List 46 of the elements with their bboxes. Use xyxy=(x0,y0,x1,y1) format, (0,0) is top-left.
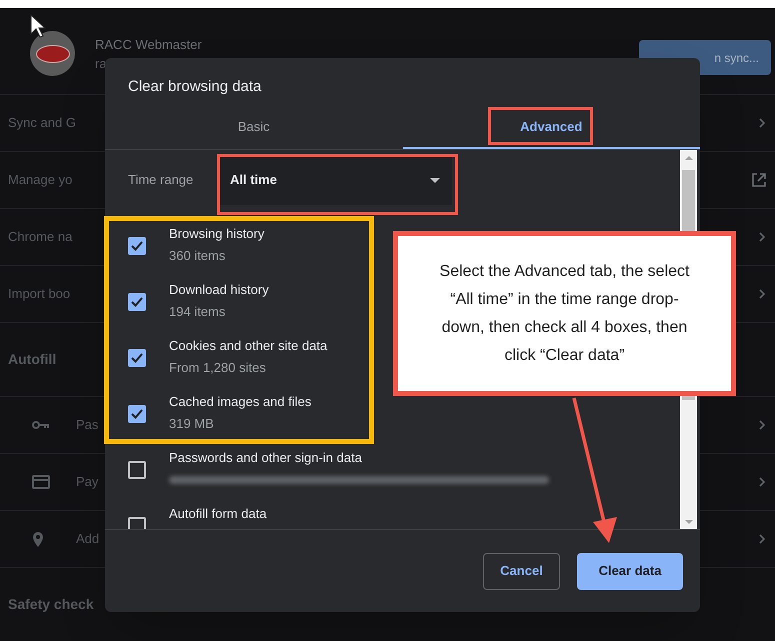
section-heading: Safety check xyxy=(8,595,94,614)
time-range-dropdown[interactable]: All time xyxy=(220,155,452,205)
settings-row-label: Sync and G xyxy=(8,114,76,132)
card-icon xyxy=(32,475,50,489)
option-title: Autofill form data xyxy=(169,506,267,522)
option-title: Cookies and other site data xyxy=(169,338,328,354)
option-detail: 360 items xyxy=(169,248,226,264)
option-title: Cached images and files xyxy=(169,394,312,410)
chevron-right-icon xyxy=(759,289,765,299)
open-in-new-icon xyxy=(751,172,767,188)
option-detail: 194 items xyxy=(169,304,226,320)
dropdown-caret-icon xyxy=(430,178,440,182)
checkbox[interactable] xyxy=(128,293,146,311)
profile-name: RACC Webmaster xyxy=(95,37,202,53)
key-icon xyxy=(32,420,50,430)
dialog-title: Clear browsing data xyxy=(127,77,262,97)
cursor-icon xyxy=(30,14,46,38)
chevron-right-icon xyxy=(759,232,765,242)
checkbox[interactable] xyxy=(128,237,146,255)
location-pin-icon xyxy=(32,530,44,548)
field-label: Time range xyxy=(128,171,194,190)
checkbox[interactable] xyxy=(128,405,146,423)
settings-row-label: Manage yo xyxy=(8,171,72,190)
checkbox[interactable] xyxy=(128,349,146,367)
logo-icon xyxy=(36,44,70,62)
checkbox[interactable] xyxy=(128,461,146,479)
cancel-button[interactable]: Cancel xyxy=(483,552,560,590)
chevron-right-icon xyxy=(759,118,765,128)
tab[interactable]: Advanced xyxy=(402,106,700,149)
option-detail: From 1,280 sites xyxy=(169,360,267,376)
option-title: Passwords and other sign-in data xyxy=(169,450,363,466)
option-detail: 319 MB xyxy=(169,416,215,432)
section-heading: Autofill xyxy=(8,350,56,369)
tab[interactable]: Basic xyxy=(105,106,402,149)
chevron-right-icon xyxy=(759,534,765,544)
settings-row-label: Import boo xyxy=(8,285,70,304)
chevron-right-icon xyxy=(759,420,765,430)
settings-row-label: Pas xyxy=(76,416,98,434)
callout-text: Select the Advanced tab, the select “All time” in the time range drop-down, then check all 4 boxes, then click “Clear data” xyxy=(438,262,690,366)
settings-row-label: Chrome na xyxy=(8,228,72,246)
option-title: Download history xyxy=(169,282,269,298)
option-title: Browsing history xyxy=(169,226,264,242)
chevron-right-icon xyxy=(759,477,765,487)
settings-row-label: Pay xyxy=(76,473,98,492)
clear-data-button[interactable]: Clear data xyxy=(577,552,683,590)
settings-row-label: Add xyxy=(76,530,100,548)
